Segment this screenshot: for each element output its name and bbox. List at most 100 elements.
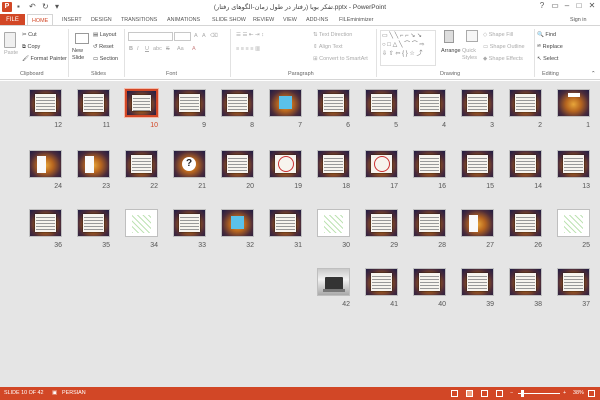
fit-to-window-icon[interactable] (588, 390, 595, 397)
tab-design[interactable]: DESIGN (91, 16, 112, 24)
cut-button[interactable]: ✂ Cut (22, 32, 37, 39)
copy-button[interactable]: ⧉ Copy (22, 44, 40, 51)
slide-thumbnail[interactable] (317, 209, 350, 237)
slide-thumbnail[interactable] (413, 268, 446, 296)
arrange-icon[interactable] (444, 30, 454, 43)
slide-thumbnail[interactable] (317, 150, 350, 178)
quick-styles-icon[interactable] (466, 30, 478, 42)
normal-view-icon[interactable] (451, 390, 458, 397)
shape-effects-button[interactable]: ◆ Shape Effects (483, 56, 523, 63)
slide-thumbnail[interactable] (509, 268, 542, 296)
find-button[interactable]: 🔍 Find (537, 32, 556, 39)
shapes-gallery[interactable]: ▭ ╲ ╲ ⌐ ⌐ ↘ ↘ ○ □ △ ╲ ⌒ ⌒ ⇨ ⇩ ⇧ ⇦ { } ☆ ⤴ (380, 30, 436, 66)
slide-thumbnail[interactable] (173, 209, 206, 237)
font-color-button[interactable]: A (192, 46, 196, 53)
zoom-slider-thumb[interactable] (521, 390, 524, 397)
font-grow-button[interactable]: A (194, 33, 198, 40)
text-direction-button[interactable]: ⇅ Text Direction (313, 32, 352, 39)
minimize-icon[interactable]: – (561, 1, 573, 10)
slide-thumbnail[interactable] (77, 89, 110, 117)
clear-format-button[interactable]: ⌫ (210, 33, 218, 40)
slide-thumbnail[interactable] (413, 89, 446, 117)
collapse-ribbon-icon[interactable]: ⌃ (591, 71, 596, 78)
shadow-button[interactable]: abc (153, 46, 162, 53)
section-button[interactable]: ▭ Section (93, 56, 118, 63)
new-slide-icon[interactable] (75, 33, 89, 44)
arrange-button[interactable]: Arrange (441, 48, 461, 55)
tab-add-ins[interactable]: ADD-INS (306, 16, 328, 24)
underline-button[interactable]: U (145, 46, 149, 53)
slide-thumbnail[interactable] (461, 150, 494, 178)
slide-thumbnail[interactable] (509, 89, 542, 117)
replace-button[interactable]: ᵃᵇ Replace (537, 44, 563, 51)
slide-thumbnail[interactable] (317, 89, 350, 117)
slide-thumbnail[interactable] (125, 209, 158, 237)
zoom-out-button[interactable]: − (510, 390, 513, 397)
slide-thumbnail[interactable] (124, 88, 159, 118)
select-button[interactable]: ↖ Select (537, 56, 558, 63)
slide-thumbnail[interactable] (461, 89, 494, 117)
reset-button[interactable]: ↺ Reset (93, 44, 114, 51)
paste-icon[interactable] (4, 32, 16, 48)
slide-thumbnail[interactable] (317, 268, 350, 296)
bold-button[interactable]: B (129, 46, 133, 53)
help-icon[interactable]: ? (536, 1, 548, 10)
shape-fill-button[interactable]: ◇ Shape Fill (483, 32, 513, 39)
paste-button[interactable]: Paste (4, 50, 18, 57)
slide-thumbnail[interactable] (125, 150, 158, 178)
slide-thumbnail[interactable] (461, 268, 494, 296)
slide-thumbnail[interactable] (221, 209, 254, 237)
slide-thumbnail[interactable] (77, 209, 110, 237)
slide-thumbnail[interactable] (413, 150, 446, 178)
language-indicator[interactable]: PERSIAN (62, 390, 86, 397)
slide-thumbnail[interactable]: ? (173, 150, 206, 178)
slide-thumbnail[interactable] (557, 150, 590, 178)
shape-outline-button[interactable]: ▭ Shape Outline (483, 44, 525, 51)
slide-thumbnail[interactable] (365, 89, 398, 117)
zoom-slider[interactable] (518, 393, 560, 394)
slide-thumbnail[interactable] (365, 150, 398, 178)
slide-thumbnail[interactable] (221, 150, 254, 178)
slide-thumbnail[interactable] (29, 89, 62, 117)
slide-thumbnail[interactable] (221, 89, 254, 117)
font-shrink-button[interactable]: A (202, 33, 206, 40)
slide-thumbnail[interactable] (365, 268, 398, 296)
format-painter-button[interactable]: 🖌 Format Painter (22, 56, 67, 63)
slide-thumbnail[interactable] (557, 268, 590, 296)
slide-thumbnail[interactable] (269, 89, 302, 117)
slide-thumbnail[interactable] (413, 209, 446, 237)
ribbon-display-icon[interactable]: ▭ (549, 1, 561, 10)
slide-thumbnail[interactable] (269, 150, 302, 178)
slide-sorter-view-icon[interactable] (466, 390, 473, 397)
slide-show-icon[interactable] (496, 390, 503, 397)
align-text-button[interactable]: ⇕ Align Text (313, 44, 343, 51)
tab-fileminimizer[interactable]: FILEminimizer (339, 16, 373, 24)
maximize-icon[interactable]: □ (573, 1, 585, 10)
tab-insert[interactable]: INSERT (62, 16, 82, 24)
tab-animations[interactable]: ANIMATIONS (167, 16, 200, 24)
change-case-button[interactable]: Aa (177, 46, 184, 53)
quick-styles-button[interactable]: Quick Styles (462, 48, 482, 62)
slide-thumbnail[interactable] (29, 150, 62, 178)
layout-button[interactable]: ▤ Layout (93, 32, 116, 39)
slide-thumbnail[interactable] (557, 209, 590, 237)
tab-slide-show[interactable]: SLIDE SHOW (212, 16, 246, 24)
tab-transitions[interactable]: TRANSITIONS (121, 16, 157, 24)
slide-thumbnail[interactable] (509, 209, 542, 237)
slide-thumbnail[interactable] (173, 89, 206, 117)
sign-in-link[interactable]: Sign in (570, 17, 586, 23)
convert-smartart-button[interactable]: ⊞ Convert to SmartArt (313, 56, 368, 63)
slide-thumbnail[interactable] (269, 209, 302, 237)
italic-button[interactable]: I (137, 46, 139, 53)
slide-thumbnail[interactable] (461, 209, 494, 237)
font-name-combo[interactable] (128, 32, 173, 41)
strikethrough-button[interactable]: S (166, 46, 170, 53)
slide-thumbnail[interactable] (557, 89, 590, 117)
zoom-level[interactable]: 38% (573, 390, 584, 397)
tab-view[interactable]: VIEW (283, 16, 297, 24)
close-icon[interactable]: ✕ (586, 1, 598, 10)
slide-thumbnail[interactable] (365, 209, 398, 237)
slide-thumbnail[interactable] (29, 209, 62, 237)
proofing-icon[interactable]: ▣ (52, 390, 57, 397)
zoom-in-button[interactable]: + (563, 390, 566, 397)
